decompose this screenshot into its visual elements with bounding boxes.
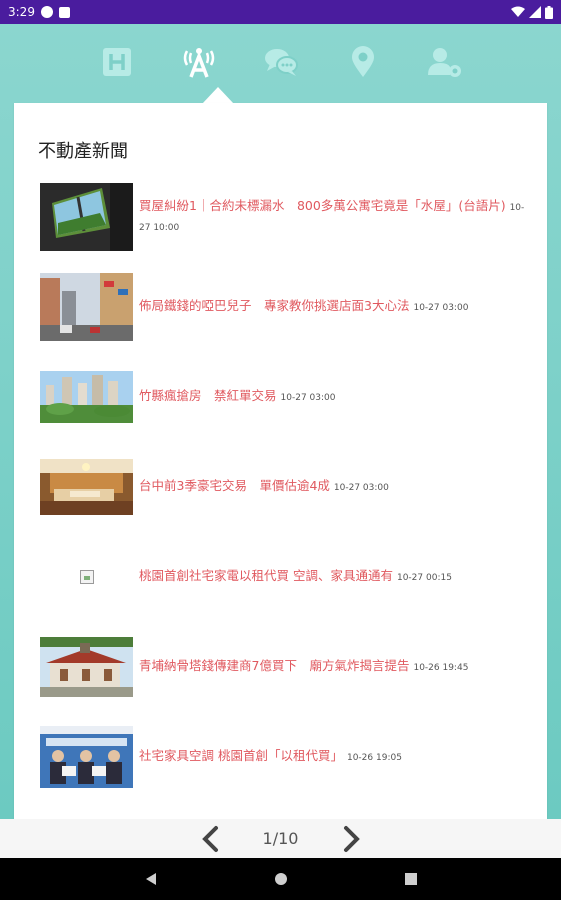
h-icon — [102, 47, 131, 76]
status-time: 3:29 — [8, 5, 35, 19]
section-title: 不動產新聞 — [38, 141, 128, 162]
wifi-icon — [511, 6, 525, 17]
next-page-button[interactable] — [331, 821, 371, 857]
tab-account[interactable] — [423, 40, 467, 84]
news-title: 買屋糾紛1｜合約未標漏水 800多萬公寓宅竟是「水屋」(台語片) — [139, 198, 506, 213]
chevron-right-icon — [343, 825, 360, 852]
home-circle-icon — [274, 873, 287, 885]
tab-chat[interactable] — [259, 40, 303, 84]
chevron-left-icon — [201, 825, 218, 852]
news-item[interactable]: 桃園首創社宅家電以租代買 空調、家具通通有 10-27 00:15 — [40, 541, 530, 613]
chat-bubbles-icon — [264, 48, 298, 76]
home-button[interactable] — [266, 864, 296, 894]
notification-p-icon — [40, 6, 53, 18]
sim-card-icon — [58, 6, 70, 18]
news-item[interactable]: 社宅家具空調 桃園首創「以租代買」 10-26 19:05 — [40, 721, 530, 793]
back-button[interactable] — [136, 864, 166, 894]
news-title: 社宅家具空調 桃園首創「以租代買」 — [139, 748, 343, 763]
news-thumbnail — [40, 726, 133, 788]
news-title: 佈局鐵錢的啞巴兒子 專家教你挑選店面3大心法 — [139, 298, 410, 313]
tab-broadcast[interactable] — [177, 40, 221, 84]
news-thumbnail — [40, 543, 133, 611]
news-title: 桃園首創社宅家電以租代買 空調、家具通通有 — [139, 568, 393, 583]
recents-square-icon — [404, 873, 417, 885]
news-item[interactable]: 佈局鐵錢的啞巴兒子 專家教你挑選店面3大心法 10-27 03:00 — [40, 271, 530, 343]
system-nav-bar — [0, 858, 561, 900]
news-thumbnail — [40, 273, 133, 341]
pager: 1/10 — [0, 819, 561, 858]
broken-image-icon — [79, 570, 94, 584]
broadcast-a-icon — [183, 47, 214, 78]
news-thumbnail — [40, 637, 133, 697]
news-thumbnail — [40, 459, 133, 515]
top-tab-bar — [0, 24, 561, 99]
back-triangle-icon — [145, 873, 156, 885]
news-time: 10-26 19:05 — [346, 753, 402, 763]
news-time: 10-27 00:15 — [396, 573, 452, 583]
status-bar: 3:29 — [0, 0, 561, 24]
news-time: 10-26 19:45 — [413, 663, 469, 673]
news-item[interactable]: 青埔納骨塔錢傳建商7億買下 廟方氣炸揭言提告 10-26 19:45 — [40, 631, 530, 703]
user-gear-icon — [427, 47, 461, 77]
news-time: 10-27 03:00 — [280, 393, 336, 403]
news-item[interactable]: 買屋糾紛1｜合約未標漏水 800多萬公寓宅竟是「水屋」(台語片) 10-27 10… — [40, 181, 530, 253]
news-thumbnail — [40, 183, 133, 251]
page-indicator: 1/10 — [262, 829, 299, 848]
news-title: 竹縣瘋搶房 禁紅單交易 — [139, 388, 277, 403]
signal-icon — [529, 6, 541, 18]
news-title: 台中前3季豪宅交易 單價估逾4成 — [139, 478, 330, 493]
prev-page-button[interactable] — [191, 821, 231, 857]
news-time: 10-27 03:00 — [333, 483, 389, 493]
active-tab-pointer — [202, 87, 234, 104]
news-thumbnail — [40, 371, 133, 423]
news-item[interactable]: 台中前3季豪宅交易 單價估逾4成 10-27 03:00 — [40, 451, 530, 523]
news-item[interactable]: 竹縣瘋搶房 禁紅單交易 10-27 03:00 — [40, 361, 530, 433]
recents-button[interactable] — [396, 864, 426, 894]
news-title: 青埔納骨塔錢傳建商7億買下 廟方氣炸揭言提告 — [139, 658, 410, 673]
news-card: 不動產新聞 買屋糾紛1｜合約未標漏水 800多萬公寓宅竟是「水屋」(台語片) 10… — [14, 103, 547, 819]
news-time: 10-27 03:00 — [413, 303, 469, 313]
battery-icon — [545, 5, 553, 19]
map-pin-icon — [351, 45, 374, 77]
tab-home[interactable] — [95, 40, 139, 84]
tab-location[interactable] — [341, 40, 385, 84]
